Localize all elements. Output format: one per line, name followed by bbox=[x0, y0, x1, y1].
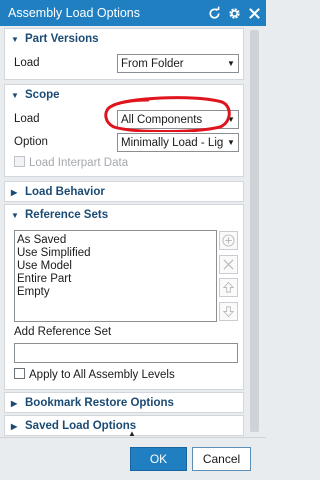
ok-button[interactable]: OK bbox=[130, 447, 187, 471]
reference-sets-list[interactable]: As Saved Use Simplified Use Model Entire… bbox=[14, 230, 217, 322]
delete-x-icon bbox=[223, 259, 234, 270]
expand-arrow-icon: ▶ bbox=[11, 187, 18, 197]
saved-load-header[interactable]: ▶ Saved Load Options bbox=[5, 416, 243, 435]
part-versions-header[interactable]: ▼ Part Versions bbox=[5, 29, 243, 49]
add-reference-set-label: Add Reference Set bbox=[14, 326, 112, 338]
saved-load-section: ▶ Saved Load Options bbox=[4, 415, 244, 436]
plus-circle-icon bbox=[222, 234, 235, 247]
add-reference-set-button[interactable] bbox=[219, 231, 238, 250]
window-title: Assembly Load Options bbox=[8, 6, 141, 20]
arrow-down-icon bbox=[222, 306, 235, 318]
load-behavior-header[interactable]: ▶ Load Behavior bbox=[5, 182, 243, 202]
part-versions-load-dropdown[interactable]: From Folder ▼ bbox=[117, 54, 239, 73]
scope-load-label: Load bbox=[14, 113, 40, 125]
scope-header[interactable]: ▼ Scope bbox=[5, 85, 243, 105]
reference-sets-section: ▼ Reference Sets As Saved Use Simplified… bbox=[4, 204, 244, 390]
chevron-down-icon: ▼ bbox=[227, 138, 235, 147]
scope-option-label: Option bbox=[14, 136, 48, 148]
close-icon[interactable] bbox=[246, 5, 263, 22]
load-interpart-checkbox[interactable] bbox=[14, 156, 25, 167]
part-versions-section: ▼ Part Versions Load From Folder ▼ bbox=[4, 28, 244, 80]
scope-section: ▼ Scope Load All Components ▼ Option Min… bbox=[4, 84, 244, 177]
title-bar: Assembly Load Options bbox=[0, 0, 266, 26]
bookmark-restore-section: ▶ Bookmark Restore Options bbox=[4, 392, 244, 413]
list-item[interactable]: Entire Part bbox=[17, 273, 214, 286]
reset-icon[interactable] bbox=[206, 5, 223, 22]
part-versions-load-label: Load bbox=[14, 57, 40, 69]
scope-load-dropdown[interactable]: All Components ▼ bbox=[117, 110, 239, 129]
expand-arrow-icon: ▶ bbox=[11, 398, 18, 408]
bookmark-restore-header[interactable]: ▶ Bookmark Restore Options bbox=[5, 393, 243, 413]
chevron-down-icon: ▼ bbox=[227, 59, 235, 68]
apply-all-levels-row[interactable]: Apply to All Assembly Levels bbox=[14, 368, 175, 381]
dialog-footer: OK Cancel bbox=[0, 437, 266, 480]
move-down-button[interactable] bbox=[219, 302, 238, 321]
collapse-arrow-icon: ▼ bbox=[11, 90, 19, 100]
load-interpart-label: Load Interpart Data bbox=[29, 157, 129, 169]
apply-all-levels-checkbox[interactable] bbox=[14, 368, 25, 379]
remove-reference-set-button[interactable] bbox=[219, 255, 238, 274]
gear-icon[interactable] bbox=[226, 5, 243, 22]
list-item[interactable]: Use Simplified bbox=[17, 247, 214, 260]
collapse-arrow-icon: ▼ bbox=[11, 210, 19, 220]
apply-all-levels-label: Apply to All Assembly Levels bbox=[29, 369, 175, 381]
collapse-arrow-icon: ▼ bbox=[11, 34, 19, 44]
load-interpart-checkbox-row[interactable]: Load Interpart Data bbox=[14, 156, 128, 169]
cancel-button[interactable]: Cancel bbox=[192, 447, 251, 471]
list-item[interactable]: Empty bbox=[17, 286, 214, 299]
chevron-down-icon: ▼ bbox=[227, 115, 235, 124]
list-item[interactable]: Use Model bbox=[17, 260, 214, 273]
load-behavior-section: ▶ Load Behavior bbox=[4, 181, 244, 202]
list-item[interactable]: As Saved bbox=[17, 234, 214, 247]
scrollbar-thumb[interactable] bbox=[250, 30, 259, 432]
add-reference-set-input[interactable] bbox=[14, 343, 238, 363]
reference-sets-header[interactable]: ▼ Reference Sets bbox=[5, 205, 243, 225]
scrollbar[interactable] bbox=[248, 28, 262, 434]
arrow-up-icon bbox=[222, 281, 235, 293]
expand-arrow-icon: ▶ bbox=[11, 421, 18, 431]
move-up-button[interactable] bbox=[219, 278, 238, 297]
scope-option-dropdown[interactable]: Minimally Load - Lig ▼ bbox=[117, 133, 239, 152]
